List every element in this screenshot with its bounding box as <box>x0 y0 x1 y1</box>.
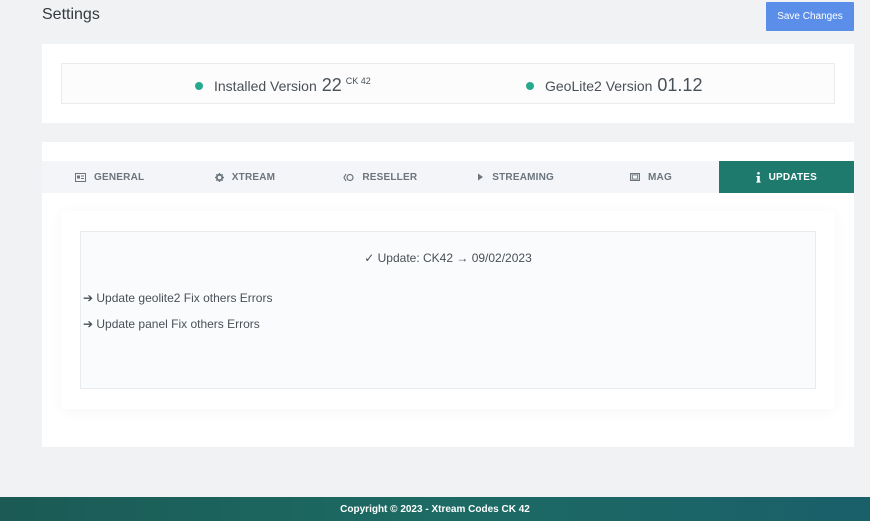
geolite-version-label: GeoLite2 Version <box>545 78 653 94</box>
copyright-text: Copyright © 2023 - Xtream Codes CK 42 <box>340 503 530 515</box>
tab-xtream[interactable]: XTREAM <box>177 161 312 193</box>
tab-reseller[interactable]: RESELLER <box>313 161 448 193</box>
save-changes-button[interactable]: Save Changes <box>766 2 854 31</box>
status-dot-icon <box>526 82 534 90</box>
update-heading: ✓ Update: CK42 → 09/02/2023 <box>364 251 532 265</box>
tab-streaming-label: STREAMING <box>492 171 555 183</box>
update-line: ➔ Update panel Fix others Errors <box>83 317 260 331</box>
installed-version: Installed Version 22 CK 42 <box>195 75 371 96</box>
update-log: ✓ Update: CK42 → 09/02/2023 ➔ Update geo… <box>80 231 816 389</box>
tab-mag-label: MAG <box>648 171 672 183</box>
tab-updates[interactable]: UPDATES <box>718 161 854 193</box>
reseller-icon <box>343 173 354 182</box>
tab-general[interactable]: GENERAL <box>42 161 177 193</box>
play-icon <box>477 173 484 181</box>
status-dot-icon <box>195 82 203 90</box>
tab-general-label: GENERAL <box>94 171 145 183</box>
geolite-version: GeoLite2 Version 01.12 <box>526 75 702 96</box>
info-icon <box>755 171 761 183</box>
tv-icon <box>630 173 640 181</box>
id-card-icon <box>75 172 87 182</box>
tab-streaming[interactable]: STREAMING <box>448 161 583 193</box>
tab-reseller-label: RESELLER <box>362 171 418 183</box>
tab-xtream-label: XTREAM <box>231 171 276 183</box>
tab-mag[interactable]: MAG <box>583 161 718 193</box>
updates-panel: ✓ Update: CK42 → 09/02/2023 ➔ Update geo… <box>61 211 835 409</box>
settings-tabs: GENERAL XTREAM RESELLER STREAMING MAG UP… <box>42 161 854 193</box>
footer: Copyright © 2023 - Xtream Codes CK 42 <box>0 497 870 521</box>
installed-version-value: 22 <box>321 75 342 95</box>
page-title: Settings <box>42 6 100 23</box>
installed-version-label: Installed Version <box>214 78 317 94</box>
tab-updates-label: UPDATES <box>768 171 818 183</box>
installed-version-suffix: CK 42 <box>345 76 371 86</box>
settings-card: GENERAL XTREAM RESELLER STREAMING MAG UP… <box>42 142 854 447</box>
version-card: Installed Version 22 CK 42 GeoLite2 Vers… <box>42 44 854 123</box>
version-panel: Installed Version 22 CK 42 GeoLite2 Vers… <box>61 63 835 104</box>
geolite-version-value: 01.12 <box>657 75 703 95</box>
gear-icon <box>214 172 224 182</box>
update-line: ➔ Update geolite2 Fix others Errors <box>83 291 273 305</box>
